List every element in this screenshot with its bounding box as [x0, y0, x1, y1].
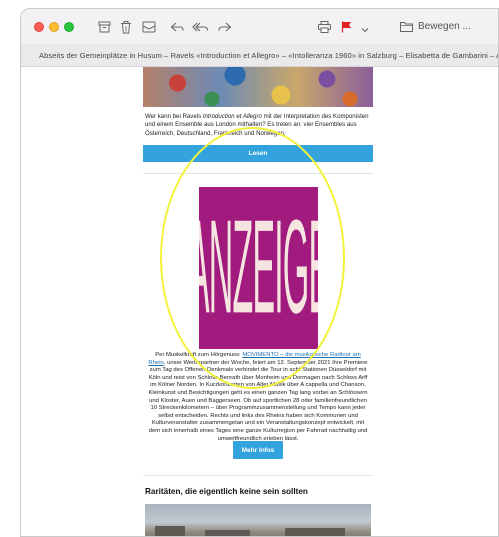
junk-icon: [142, 21, 156, 33]
reply-button[interactable]: [168, 17, 186, 37]
image-building: [205, 530, 250, 536]
article-image[interactable]: [143, 67, 373, 107]
message-subject: Abseits der Gemeinplätze in Husum – Rave…: [21, 44, 498, 67]
image-building: [285, 528, 345, 536]
article-teaser: Wer kann bei Ravels Introduction et Alle…: [145, 113, 373, 138]
archive-icon: [98, 21, 110, 33]
zoom-window-button[interactable]: [64, 22, 74, 32]
message-body[interactable]: Wer kann bei Ravels Introduction et Alle…: [21, 67, 498, 536]
trash-icon: [121, 20, 131, 33]
image-building: [155, 526, 185, 536]
forward-icon: [218, 22, 232, 32]
ad-caption-start: Per Muskelkraft zum Hörgenuss:: [155, 352, 243, 358]
minimize-window-button[interactable]: [49, 22, 59, 32]
print-button[interactable]: [315, 17, 333, 37]
mail-window: Bewegen ... Abseits der Gemeinplätze in …: [20, 8, 499, 537]
section-divider: [143, 475, 373, 476]
read-more-button[interactable]: Lesen: [143, 145, 373, 162]
move-to-folder-label: Bewegen ...: [418, 20, 471, 32]
reply-icon: [170, 22, 184, 32]
trash-button[interactable]: [117, 17, 135, 37]
forward-button[interactable]: [216, 17, 234, 37]
toolbar: Bewegen ...: [21, 9, 498, 44]
ad-caption-end: , unser Werbepartner der Woche, feiert a…: [148, 359, 368, 442]
advertisement-banner[interactable]: ANZEIGE: [199, 187, 318, 349]
teaser-text-start: Wer kann bei Ravels: [145, 113, 203, 120]
more-info-button[interactable]: Mehr Infos: [233, 441, 283, 459]
ad-description: Per Muskelkraft zum Hörgenuss: MOVIMENTO…: [147, 352, 369, 443]
ad-label: ANZEIGE: [199, 190, 318, 342]
flag-button[interactable]: [339, 17, 353, 37]
move-folder-icon: [400, 21, 413, 32]
teaser-work-title: Introduction et Allegro: [202, 113, 262, 120]
newsletter-column: Wer kann bei Ravels Introduction et Alle…: [143, 67, 373, 536]
flag-menu-chevron-down-icon[interactable]: [361, 21, 373, 33]
flag-icon: [341, 21, 351, 33]
section-image[interactable]: [145, 504, 371, 536]
section-divider: [143, 173, 373, 174]
print-icon: [317, 21, 331, 33]
section-heading: Raritäten, die eigentlich keine sein sol…: [145, 487, 308, 496]
reply-all-button[interactable]: [190, 17, 210, 37]
move-to-folder-button[interactable]: Bewegen ...: [396, 15, 492, 37]
close-window-button[interactable]: [34, 22, 44, 32]
archive-button[interactable]: [95, 17, 113, 37]
reply-all-icon: [191, 22, 208, 32]
junk-button[interactable]: [139, 17, 159, 37]
